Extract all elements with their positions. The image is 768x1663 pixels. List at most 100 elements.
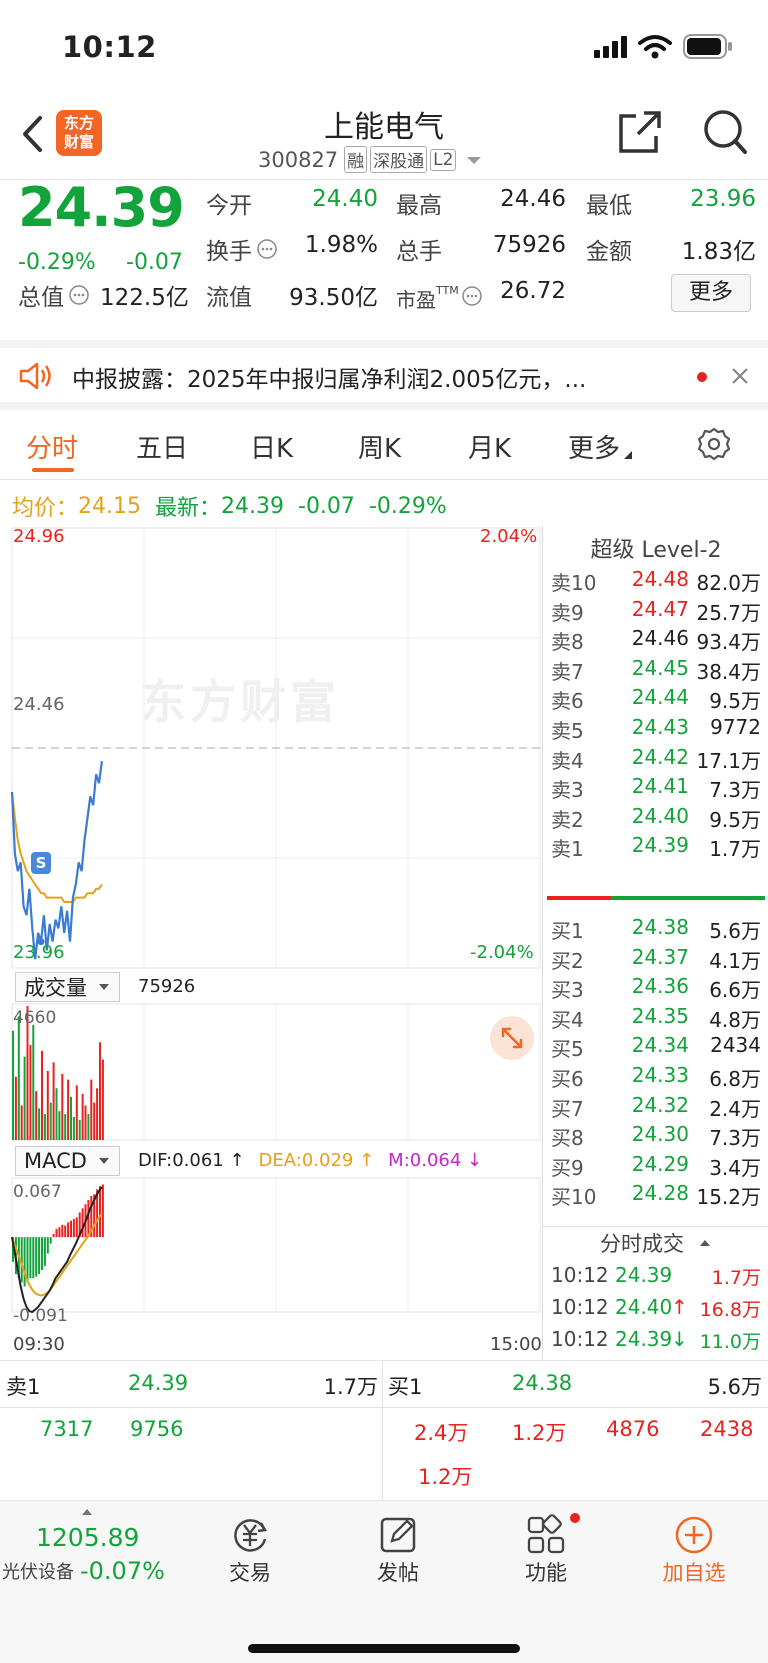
- buy-order-row[interactable]: 买5 24.34 2434: [543, 1030, 768, 1061]
- info-icon[interactable]: [68, 284, 90, 306]
- buy-order-row[interactable]: 买10 24.28 15.2万: [543, 1178, 768, 1209]
- settings-icon[interactable]: [696, 426, 732, 462]
- time-start-label: 09:30: [13, 1334, 65, 1355]
- volume-max-label: 4660: [13, 1008, 57, 1028]
- sell-order-row[interactable]: 卖1 24.39 1.7万: [543, 830, 768, 861]
- volume-label: 总手: [396, 239, 442, 265]
- buy1-price: 24.38: [512, 1371, 573, 1395]
- order-level-label: 买10: [551, 1185, 597, 1210]
- order-level-label: 买8: [551, 1126, 584, 1151]
- sell-queue-item: 7317: [40, 1417, 94, 1441]
- buy-order-row[interactable]: 买3 24.36 6.6万: [543, 971, 768, 1002]
- dropdown-icon[interactable]: [464, 153, 484, 167]
- sell-order-row[interactable]: 卖5 24.43 9772: [543, 712, 768, 743]
- sell-order-row[interactable]: 卖4 24.42 17.1万: [543, 742, 768, 773]
- sell-order-row[interactable]: 卖10 24.48 82.0万: [543, 564, 768, 595]
- order-level-label: 卖4: [551, 748, 584, 773]
- buy-order-row[interactable]: 买6 24.33 6.8万: [543, 1060, 768, 1091]
- macd-bottom-label: -0.091: [13, 1306, 68, 1326]
- tab-monthly-k[interactable]: 月K: [468, 428, 511, 465]
- chevron-up-icon: [82, 1509, 92, 1515]
- search-icon[interactable]: [702, 108, 748, 156]
- buy-order-row[interactable]: 买8 24.30 7.3万: [543, 1119, 768, 1150]
- volume-selector-label: 成交量: [24, 976, 87, 1000]
- buy-order-row[interactable]: 买9 24.29 3.4万: [543, 1149, 768, 1180]
- apps-icon: [527, 1514, 565, 1554]
- status-bar: 10:12: [0, 0, 768, 100]
- tab-weekly-k[interactable]: 周K: [358, 428, 401, 465]
- battery-icon: [683, 34, 732, 59]
- volume-bar: [20, 1105, 23, 1140]
- price-top-label: 24.96: [13, 526, 65, 547]
- sell-order-row[interactable]: 卖3 24.41 7.3万: [543, 771, 768, 802]
- buy-order-row[interactable]: 买1 24.38 5.6万: [543, 912, 768, 943]
- info-icon[interactable]: [256, 238, 278, 260]
- tab-more[interactable]: 更多: [568, 428, 634, 465]
- wifi-icon: [638, 35, 672, 59]
- buy-order-row[interactable]: 买2 24.37 4.1万: [543, 942, 768, 973]
- sell-order-row[interactable]: 卖9 24.47 25.7万: [543, 594, 768, 625]
- nav-trade[interactable]: 交易: [180, 1501, 320, 1587]
- trade-marker[interactable]: S: [31, 852, 51, 874]
- pct-top-label: 2.04%: [480, 526, 538, 547]
- macd-selector[interactable]: MACD: [15, 1146, 120, 1176]
- sell-order-row[interactable]: 卖6 24.44 9.5万: [543, 682, 768, 713]
- status-time: 10:12: [62, 30, 157, 64]
- stock-header: 东方 财富 上能电气 300827 融 深股通 L2: [0, 100, 768, 180]
- volume-bar: [93, 1102, 96, 1140]
- order-volume: 2.4万: [709, 1096, 761, 1121]
- news-banner[interactable]: 中报披露：2025年中报归属净利润2.005亿元，...: [0, 340, 768, 410]
- order-volume: 1.7万: [709, 837, 761, 862]
- chart-tabs: 分时 五日 日K 周K 月K 更多: [0, 410, 768, 480]
- macd-graph: [11, 1184, 104, 1314]
- price-bottom-label: 23.96: [13, 942, 65, 963]
- nav-functions[interactable]: 功能: [476, 1501, 616, 1587]
- order-level-label: 买7: [551, 1096, 584, 1121]
- order-volume: 17.1万: [696, 748, 761, 773]
- close-icon[interactable]: [730, 366, 750, 386]
- order-price: 24.28: [631, 1181, 689, 1206]
- pe-label-wrap: 市盈 TTM: [396, 278, 483, 313]
- order-volume: 38.4万: [696, 659, 761, 684]
- more-button[interactable]: 更多: [671, 274, 751, 312]
- order-volume: 4.8万: [709, 1007, 761, 1032]
- tag-margin: 融: [344, 146, 368, 173]
- tick-price: 24.40: [615, 1295, 673, 1319]
- mktcap-label: 总值: [18, 285, 64, 311]
- sell-queue-item: 9756: [130, 1417, 184, 1441]
- tab-five-day[interactable]: 五日: [136, 428, 188, 465]
- tab-intraday[interactable]: 分时: [26, 428, 78, 465]
- stock-code-row: 300827 融 深股通 L2: [258, 146, 484, 173]
- pe-sup: TTM: [436, 284, 459, 297]
- nav-post[interactable]: 发帖: [328, 1501, 468, 1587]
- sell-order-row[interactable]: 卖8 24.46 93.4万: [543, 623, 768, 654]
- tab-daily-k[interactable]: 日K: [250, 428, 293, 465]
- sell-order-row[interactable]: 卖2 24.40 9.5万: [543, 801, 768, 832]
- add-circle-icon: [675, 1516, 713, 1554]
- buy-order-row[interactable]: 买7 24.32 2.4万: [543, 1090, 768, 1121]
- change-amt: -0.07: [126, 250, 183, 275]
- ticks-header[interactable]: 分时成交: [543, 1228, 768, 1258]
- share-icon[interactable]: [618, 110, 662, 154]
- buy-queue-item: 2438: [700, 1417, 754, 1441]
- order-price: 24.40: [631, 803, 689, 828]
- order-level-label: 买1: [551, 919, 584, 943]
- chart-canvas: [10, 527, 541, 1314]
- volume-selector[interactable]: 成交量: [15, 972, 120, 1002]
- buy-order-row[interactable]: 买4 24.35 4.8万: [543, 1001, 768, 1032]
- order-level-label: 卖7: [551, 659, 584, 684]
- sell1-vol: 1.7万: [323, 1375, 378, 1399]
- sector-index[interactable]: 1205.89 光伏设备 -0.07%: [0, 1501, 170, 1601]
- order-volume: 15.2万: [696, 1185, 761, 1210]
- intraday-chart[interactable]: 东方财富 24.96 24.46 23.96 2.04% -2.04% S 成交…: [0, 526, 542, 1360]
- macd-bar: [81, 1208, 84, 1238]
- expand-button[interactable]: [490, 1016, 534, 1060]
- sell1-label: 卖1: [6, 1375, 41, 1399]
- latest-value: 24.39: [221, 493, 284, 519]
- nav-add-watchlist[interactable]: 加自选: [624, 1501, 764, 1587]
- sell-order-row[interactable]: 卖7 24.45 38.4万: [543, 653, 768, 684]
- order-volume: 7.3万: [709, 1126, 761, 1151]
- order-price: 24.39: [631, 833, 689, 858]
- order-volume: 7.3万: [709, 778, 761, 803]
- tick-volume: 1.7万: [711, 1267, 761, 1289]
